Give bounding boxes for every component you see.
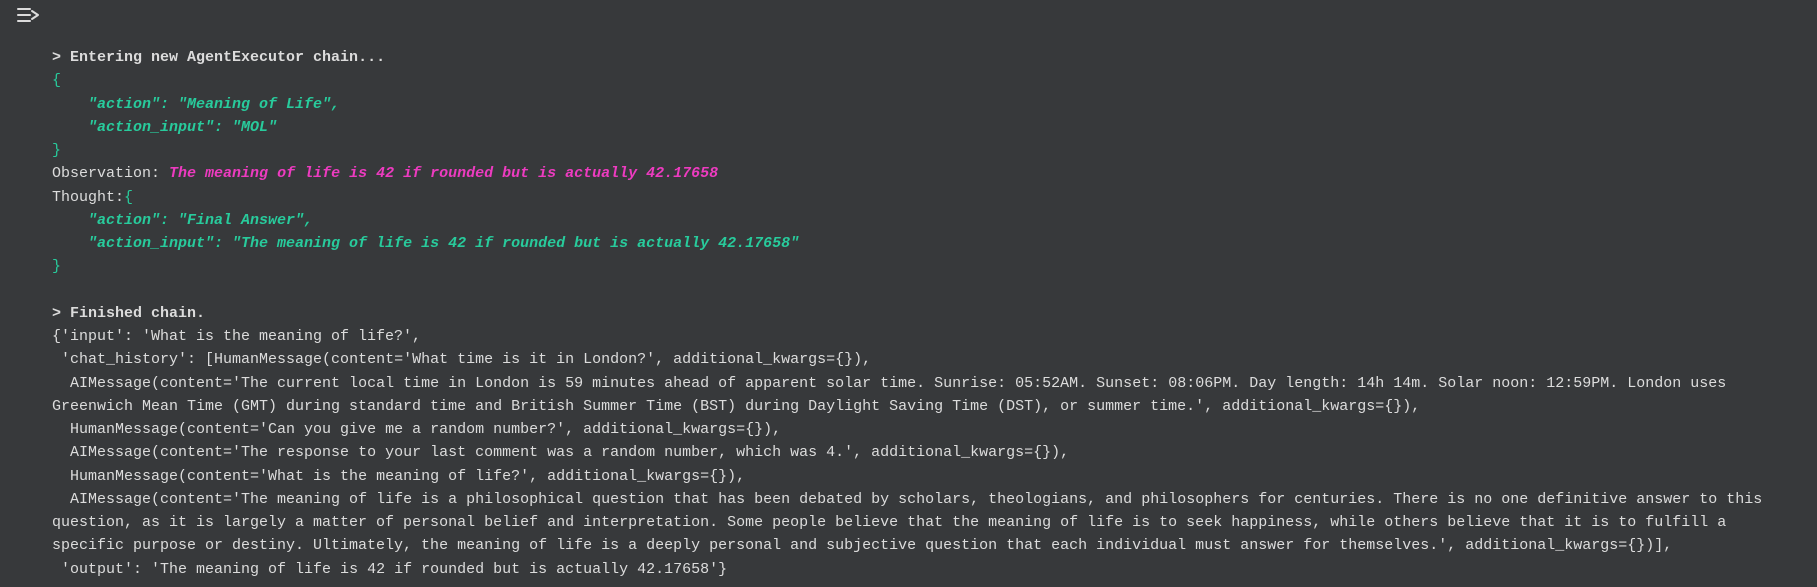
- result-dict-line: HumanMessage(content='What is the meanin…: [52, 468, 745, 485]
- result-dict-line: 'output': 'The meaning of life is 42 if …: [52, 561, 727, 578]
- cell-output: > Entering new AgentExecutor chain... { …: [0, 34, 1817, 581]
- result-dict-line: AIMessage(content='The meaning of life i…: [52, 491, 1771, 555]
- json-action-input-line: "action_input": "The meaning of life is …: [52, 235, 799, 252]
- execution-indicator-icon: [16, 6, 40, 32]
- result-dict-line: AIMessage(content='The response to your …: [52, 444, 1069, 461]
- json-action-line: "action": "Meaning of Life",: [52, 96, 340, 113]
- thought-line: Thought:{: [52, 189, 133, 206]
- result-dict-line: AIMessage(content='The current local tim…: [52, 375, 1735, 415]
- json-brace: }: [52, 258, 61, 275]
- observation-line: Observation: The meaning of life is 42 i…: [52, 165, 718, 182]
- cell-output-toolbar: [0, 6, 1817, 34]
- result-dict-line: 'chat_history': [HumanMessage(content='W…: [52, 351, 871, 368]
- json-action-line: "action": "Final Answer",: [52, 212, 313, 229]
- json-brace: {: [52, 72, 61, 89]
- json-brace: }: [52, 142, 61, 159]
- observation-value: The meaning of life is 42 if rounded but…: [169, 165, 718, 182]
- observation-label: Observation:: [52, 165, 160, 182]
- result-dict-line: HumanMessage(content='Can you give me a …: [52, 421, 781, 438]
- entering-chain-line: > Entering new AgentExecutor chain...: [52, 49, 385, 66]
- json-action-input-line: "action_input": "MOL": [52, 119, 277, 136]
- thought-label: Thought:: [52, 189, 124, 206]
- result-dict-line: {'input': 'What is the meaning of life?'…: [52, 328, 421, 345]
- finished-chain-line: > Finished chain.: [52, 305, 205, 322]
- json-brace: {: [124, 189, 133, 206]
